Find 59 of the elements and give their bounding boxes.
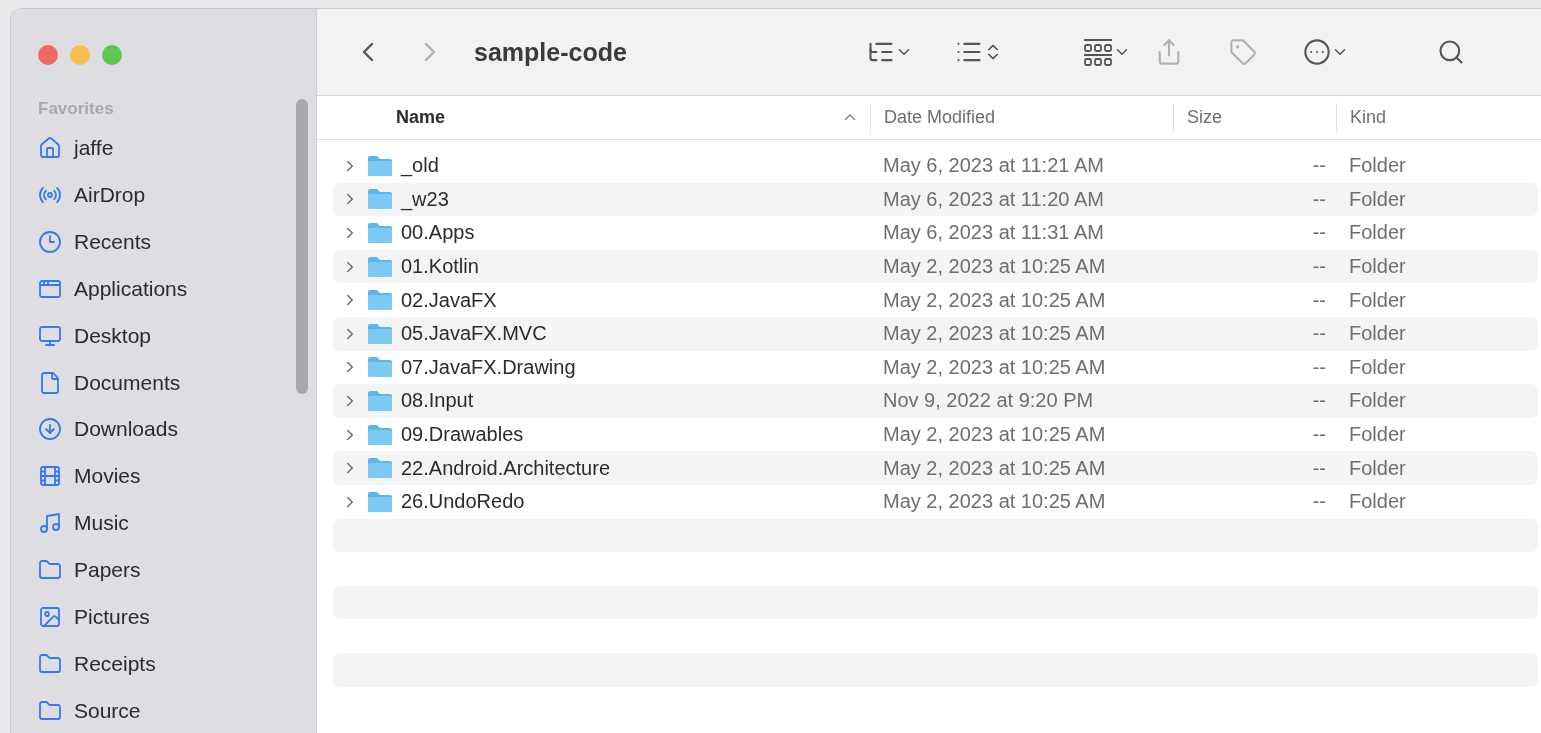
sidebar-item[interactable]: Documents <box>38 359 188 407</box>
sidebar-item[interactable]: Downloads <box>38 406 188 453</box>
file-row[interactable]: _w23 May 6, 2023 at 11:20 AM -- Folder <box>333 182 1538 217</box>
search-button[interactable] <box>1436 38 1465 66</box>
folder-icon <box>367 423 393 446</box>
file-row[interactable]: 02.JavaFX May 2, 2023 at 10:25 AM -- Folder <box>333 283 1538 317</box>
film-icon <box>38 464 62 489</box>
folder-icon <box>367 356 393 379</box>
picture-icon <box>38 604 62 629</box>
sidebar-item[interactable]: Desktop <box>38 312 188 360</box>
folder-icon <box>367 389 393 412</box>
file-row[interactable]: 01.Kotlin May 2, 2023 at 10:25 AM -- Folder <box>333 249 1538 284</box>
file-row[interactable]: 22.Android.Architecture May 2, 2023 at 10:25 AM -- Folder <box>333 451 1538 485</box>
folder-icon <box>367 154 393 177</box>
sidebar-item[interactable]: Recents <box>38 218 188 266</box>
home-icon <box>38 136 62 161</box>
file-row[interactable]: 09.Drawables May 2, 2023 at 10:25 AM -- Folder <box>333 417 1538 452</box>
sidebar-item[interactable]: Receipts <box>38 640 188 688</box>
sidebar-item[interactable]: Papers <box>38 546 188 594</box>
sidebar-item[interactable]: Pictures <box>38 593 188 641</box>
sort-caret-icon <box>844 114 856 121</box>
folder-icon <box>38 698 62 723</box>
search-icon <box>1436 38 1465 66</box>
sidebar-item[interactable]: Applications <box>38 265 188 313</box>
sidebar-item[interactable]: AirDrop <box>38 171 188 219</box>
file-row[interactable]: 26.UndoRedo May 2, 2023 at 10:25 AM -- Folder <box>333 484 1538 519</box>
folder-icon <box>367 222 393 244</box>
grid-icon <box>1082 38 1113 66</box>
scrollbar[interactable] <box>296 99 308 394</box>
monitor-icon <box>38 323 62 348</box>
file-row[interactable]: _old May 6, 2023 at 11:21 AM -- Folder <box>333 149 1538 183</box>
folder-icon <box>367 490 393 513</box>
file-row[interactable]: 07.JavaFX.Drawing May 2, 2023 at 10:25 AM -- Folder <box>333 350 1538 385</box>
sidebar-item[interactable]: Music <box>38 499 188 547</box>
tag-icon <box>1228 38 1257 66</box>
folder-icon <box>367 188 393 211</box>
sidebar-item[interactable]: jaffe <box>38 125 188 172</box>
folder-icon <box>367 322 393 345</box>
clock-icon <box>38 230 62 255</box>
ellipsis-circle-icon <box>1302 38 1331 66</box>
music-note-icon <box>38 511 62 536</box>
sidebar-item[interactable]: Movies <box>38 452 188 500</box>
folder-icon <box>367 255 393 278</box>
close-button[interactable] <box>38 45 58 65</box>
document-icon <box>38 370 62 395</box>
column-header[interactable]: Date Modified <box>870 102 1173 133</box>
download-icon <box>38 417 62 442</box>
folder-icon <box>367 289 393 312</box>
folder-icon <box>367 457 393 480</box>
window-title: sample-code <box>474 37 627 67</box>
folder-icon <box>38 558 62 582</box>
column-header[interactable]: Name <box>333 102 870 133</box>
column-header[interactable]: Size <box>1173 102 1336 133</box>
sidebar-item[interactable]: Source <box>38 687 188 733</box>
file-row[interactable]: 05.JavaFX.MVC May 2, 2023 at 10:25 AM -- Folder <box>333 316 1538 351</box>
file-row[interactable]: 08.Input Nov 9, 2022 at 9:20 PM -- Folder <box>333 384 1538 418</box>
folder-icon <box>38 651 62 676</box>
file-row[interactable]: 00.Apps May 6, 2023 at 11:31 AM -- Folder <box>333 216 1538 250</box>
column-header[interactable]: Kind <box>1336 102 1541 133</box>
